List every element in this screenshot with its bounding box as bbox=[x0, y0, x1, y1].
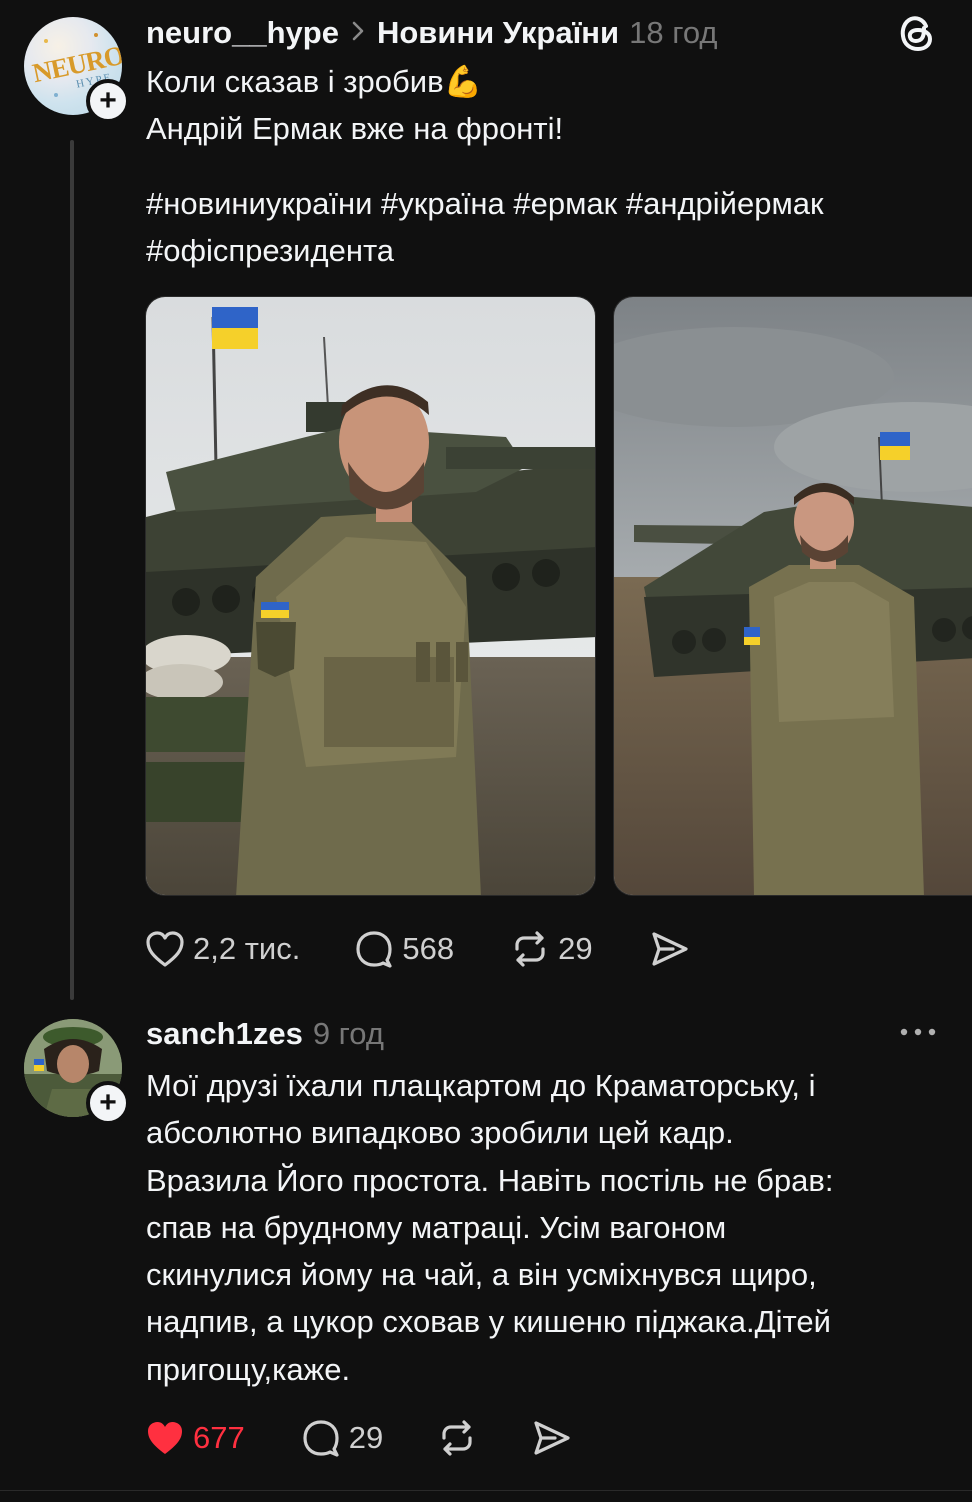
sparkle-decoration bbox=[54, 93, 58, 97]
sparkle-decoration bbox=[94, 33, 98, 37]
reply-line: пригощу,каже. bbox=[146, 1351, 351, 1387]
share-button[interactable] bbox=[531, 1418, 571, 1458]
reply-line: Вразила Його простота. Навіть постіль не… bbox=[146, 1162, 834, 1198]
comment-count: 568 bbox=[402, 931, 455, 966]
reply-body: Мої друзі їхали плацкартом до Краматорсь… bbox=[146, 1062, 956, 1393]
flexed-biceps-emoji-icon: 💪 bbox=[443, 64, 483, 99]
post-actions: 2,2 тис. 568 29 bbox=[145, 926, 689, 972]
post-line-1: Коли сказав і зробив bbox=[146, 64, 444, 99]
reply-header: sanch1zes 9 год bbox=[146, 1013, 384, 1055]
reply-line: спав на брудному матраці. Усім вагоном bbox=[146, 1209, 727, 1245]
repost-button[interactable]: 29 bbox=[510, 929, 593, 969]
repost-icon bbox=[442, 1420, 472, 1456]
reply-line: скинулися йому на чай, а він усміхнувся … bbox=[146, 1257, 817, 1293]
plus-icon: + bbox=[99, 84, 117, 117]
post-hashtags[interactable]: #новиниукраїни #україна #ермак #андрійер… bbox=[146, 180, 946, 274]
comment-button[interactable]: 29 bbox=[301, 1418, 383, 1458]
post-username[interactable]: neuro__hype bbox=[146, 15, 339, 51]
repost-count: 29 bbox=[558, 931, 593, 966]
repost-icon bbox=[515, 931, 545, 967]
heart-filled-icon bbox=[148, 1422, 182, 1454]
plus-icon: + bbox=[99, 1086, 117, 1119]
comment-count: 29 bbox=[348, 1420, 384, 1455]
heart-icon bbox=[146, 931, 184, 967]
reply-actions: 677 29 bbox=[145, 1415, 571, 1461]
repost-button[interactable] bbox=[437, 1418, 477, 1458]
reply-line: надпив, а цукор сховав у кишеню піджака.… bbox=[146, 1304, 831, 1340]
divider bbox=[0, 1490, 972, 1491]
comment-icon bbox=[303, 1420, 339, 1457]
post-photo-2[interactable] bbox=[613, 296, 972, 896]
more-icon[interactable] bbox=[898, 1020, 938, 1044]
comment-button[interactable]: 568 bbox=[354, 929, 454, 969]
like-count: 2,2 тис. bbox=[193, 931, 301, 966]
chevron-right-icon bbox=[351, 18, 365, 49]
share-icon bbox=[651, 932, 688, 966]
reply-time: 9 год bbox=[312, 1016, 384, 1051]
reply-username[interactable]: sanch1zes bbox=[146, 1016, 303, 1052]
post-photo-1[interactable] bbox=[145, 296, 596, 896]
like-button[interactable]: 677 bbox=[145, 1419, 245, 1457]
sparkle-decoration bbox=[44, 39, 48, 43]
follow-plus-button[interactable]: + bbox=[86, 1081, 130, 1125]
like-button[interactable]: 2,2 тис. bbox=[145, 930, 300, 968]
post-line-2: Андрій Ермак вже на фронті! bbox=[146, 111, 564, 146]
hashtag-line-2[interactable]: #офіспрезидента bbox=[146, 227, 946, 274]
hashtag-line-1[interactable]: #новиниукраїни #україна #ермак #андрійер… bbox=[146, 180, 946, 227]
share-icon bbox=[534, 1421, 570, 1455]
reply-line: Мої друзі їхали плацкартом до Краматорсь… bbox=[146, 1068, 816, 1103]
share-button[interactable] bbox=[649, 929, 689, 969]
thread-line bbox=[70, 140, 74, 1000]
like-count: 677 bbox=[193, 1420, 245, 1455]
post-header: neuro__hype Новини України 18 год bbox=[146, 12, 717, 54]
community-name[interactable]: Новини України bbox=[377, 15, 619, 51]
threads-logo-icon[interactable] bbox=[896, 12, 938, 54]
follow-plus-button[interactable]: + bbox=[86, 79, 130, 123]
comment-icon bbox=[356, 931, 392, 968]
post-body: Коли сказав і зробив💪 Андрій Ермак вже н… bbox=[146, 58, 946, 152]
post-time: 18 год bbox=[629, 15, 718, 50]
reply-line: абсолютно випадково зробили цей кадр. bbox=[146, 1115, 734, 1151]
